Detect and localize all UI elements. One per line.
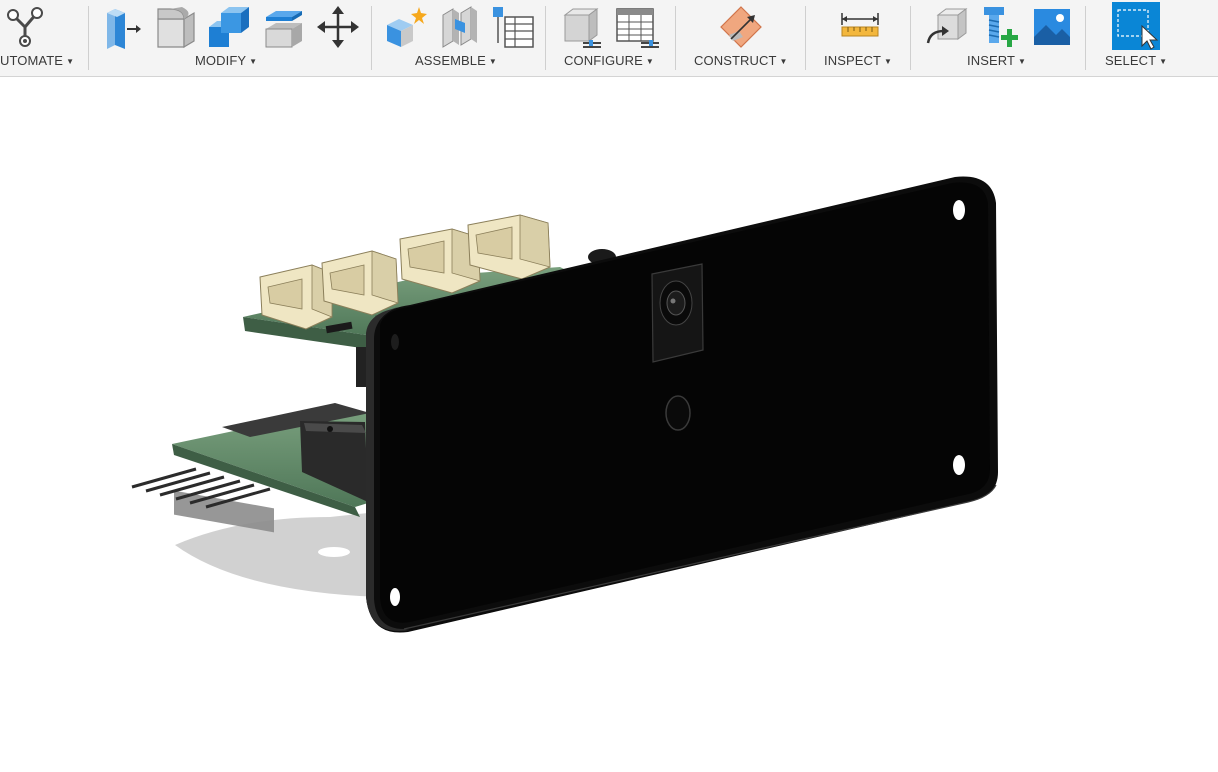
- caret-down-icon: ▼: [1159, 57, 1168, 66]
- mount-hole: [953, 455, 965, 475]
- press-pull-button[interactable]: [99, 4, 145, 50]
- new-component-icon: [387, 7, 427, 47]
- automate-button[interactable]: [2, 4, 48, 50]
- mount-hole: [391, 334, 399, 350]
- group-select: SELECT ▼: [1086, 0, 1218, 76]
- group-label-configure[interactable]: CONFIGURE ▼: [564, 53, 654, 68]
- group-label-inspect[interactable]: INSPECT ▼: [824, 53, 892, 68]
- dc-barrel-jack[interactable]: [651, 263, 704, 363]
- configure-table-button[interactable]: [614, 4, 660, 50]
- construct-plane-icon: [720, 6, 762, 48]
- automate-node-icon: [7, 7, 43, 47]
- fillet-icon: [157, 7, 195, 49]
- shadow-highlight: [318, 547, 350, 557]
- select-window-icon: [1112, 2, 1160, 50]
- insert-mcmaster-button[interactable]: [975, 4, 1021, 50]
- measure-button[interactable]: [837, 4, 883, 50]
- insert-derive-button[interactable]: [923, 4, 969, 50]
- caret-down-icon: ▼: [645, 57, 654, 66]
- joint-icon: [442, 6, 477, 48]
- caret-down-icon: ▼: [249, 57, 258, 66]
- insert-mcmaster-icon: [984, 7, 1018, 47]
- bom-table-button[interactable]: [490, 4, 536, 50]
- toolbar: UTOMATE ▼ MODIFY ▼ ASSEMBLE ▼ CONFIGURE …: [0, 0, 1218, 77]
- group-label-modify[interactable]: MODIFY ▼: [195, 53, 257, 68]
- jst-connector[interactable]: [467, 214, 551, 280]
- group-label-construct[interactable]: CONSTRUCT ▼: [694, 53, 788, 68]
- construct-plane-button[interactable]: [718, 4, 764, 50]
- move-icon: [317, 6, 359, 48]
- group-label-text: CONFIGURE: [564, 53, 643, 68]
- group-label-assemble[interactable]: ASSEMBLE ▼: [415, 53, 497, 68]
- offset-face-button[interactable]: [261, 4, 307, 50]
- mount-hole: [953, 200, 965, 220]
- caret-down-icon: ▼: [66, 57, 75, 66]
- group-inspect: INSPECT ▼: [806, 0, 910, 76]
- group-label-text: CONSTRUCT: [694, 53, 777, 68]
- group-label-automate[interactable]: UTOMATE ▼: [0, 53, 74, 68]
- offset-face-icon: [265, 11, 302, 48]
- press-pull-icon: [107, 9, 141, 49]
- measure-icon: [841, 13, 879, 37]
- insert-canvas-button[interactable]: [1029, 4, 1075, 50]
- group-label-text: INSPECT: [824, 53, 882, 68]
- group-label-text: UTOMATE: [0, 53, 64, 68]
- bom-table-icon: [493, 7, 534, 48]
- mount-hole: [390, 588, 400, 606]
- group-label-text: ASSEMBLE: [415, 53, 486, 68]
- fillet-button[interactable]: [153, 4, 199, 50]
- combine-button[interactable]: [206, 4, 252, 50]
- combine-icon: [209, 7, 249, 47]
- insert-derive-icon: [926, 8, 968, 44]
- 3d-viewport[interactable]: [0, 77, 1218, 767]
- group-label-insert[interactable]: INSERT ▼: [967, 53, 1026, 68]
- caret-down-icon: ▼: [779, 57, 788, 66]
- group-configure: CONFIGURE ▼: [546, 0, 675, 76]
- configure-body-button[interactable]: [558, 4, 604, 50]
- new-component-button[interactable]: [382, 4, 428, 50]
- group-label-text: SELECT: [1105, 53, 1157, 68]
- group-construct: CONSTRUCT ▼: [676, 0, 805, 76]
- move-button[interactable]: [315, 4, 361, 50]
- group-assemble: ASSEMBLE ▼: [372, 0, 545, 76]
- insert-canvas-icon: [1034, 9, 1070, 45]
- group-automate: UTOMATE ▼: [0, 0, 88, 76]
- caret-down-icon: ▼: [1018, 57, 1027, 66]
- joint-button[interactable]: [436, 4, 482, 50]
- caret-down-icon: ▼: [488, 57, 497, 66]
- caret-down-icon: ▼: [884, 57, 893, 66]
- group-insert: INSERT ▼: [911, 0, 1085, 76]
- group-label-text: INSERT: [967, 53, 1016, 68]
- configure-table-icon: [616, 8, 659, 48]
- group-label-text: MODIFY: [195, 53, 247, 68]
- group-label-select[interactable]: SELECT ▼: [1105, 53, 1167, 68]
- select-window-button[interactable]: [1112, 2, 1160, 50]
- panel-round-hole: [665, 395, 691, 431]
- configure-body-icon: [563, 8, 601, 48]
- viewport-canvas[interactable]: [0, 77, 1218, 767]
- group-modify: MODIFY ▼: [89, 0, 370, 76]
